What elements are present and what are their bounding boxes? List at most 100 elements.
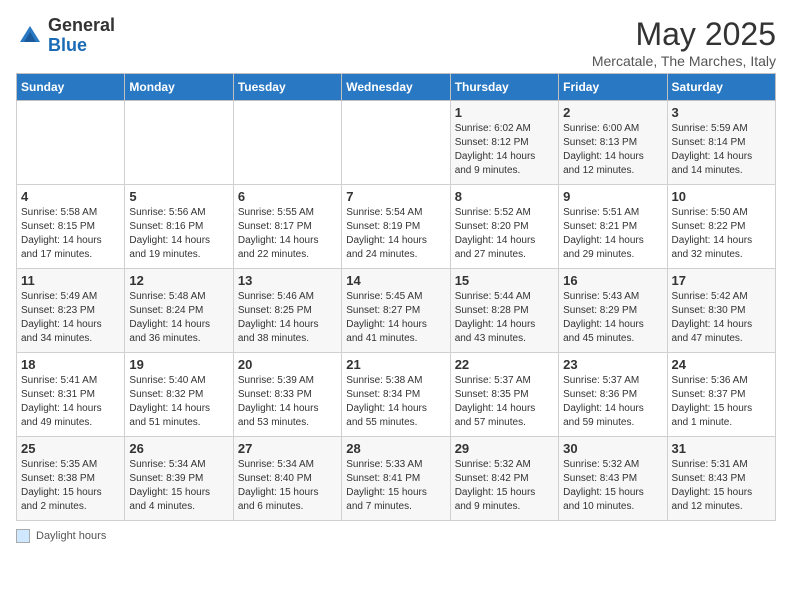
day-info: Sunrise: 5:38 AM Sunset: 8:34 PM Dayligh… xyxy=(346,374,445,430)
calendar-cell: 2 Sunrise: 6:00 AM Sunset: 8:13 PM Daylig… xyxy=(559,101,667,185)
subtitle: Mercatale, The Marches, Italy xyxy=(592,53,776,69)
day-info: Sunrise: 5:32 AM Sunset: 8:42 PM Dayligh… xyxy=(455,458,554,514)
calendar-day-header: Wednesday xyxy=(342,74,450,101)
calendar-cell: 13 Sunrise: 5:46 AM Sunset: 8:25 PM Dayli… xyxy=(233,269,341,353)
day-number: 5 xyxy=(129,189,228,204)
day-info: Sunrise: 5:59 AM Sunset: 8:14 PM Dayligh… xyxy=(672,122,771,178)
calendar-day-header: Tuesday xyxy=(233,74,341,101)
day-info: Sunrise: 5:56 AM Sunset: 8:16 PM Dayligh… xyxy=(129,206,228,262)
calendar-day-header: Thursday xyxy=(450,74,558,101)
day-number: 9 xyxy=(563,189,662,204)
calendar-week-row: 18 Sunrise: 5:41 AM Sunset: 8:31 PM Dayli… xyxy=(17,353,776,437)
day-info: Sunrise: 5:34 AM Sunset: 8:40 PM Dayligh… xyxy=(238,458,337,514)
footer-label: Daylight hours xyxy=(36,530,106,542)
day-info: Sunrise: 5:48 AM Sunset: 8:24 PM Dayligh… xyxy=(129,290,228,346)
calendar-cell: 21Sunrise: 5:38 AM Sunset: 8:34 PM Dayli… xyxy=(342,353,450,437)
day-info: Sunrise: 5:37 AM Sunset: 8:36 PM Dayligh… xyxy=(563,374,662,430)
day-info: Sunrise: 5:49 AM Sunset: 8:23 PM Dayligh… xyxy=(21,290,120,346)
calendar-cell: 3 Sunrise: 5:59 AM Sunset: 8:14 PM Daylig… xyxy=(667,101,775,185)
calendar-day-header: Sunday xyxy=(17,74,125,101)
day-info: Sunrise: 5:32 AM Sunset: 8:43 PM Dayligh… xyxy=(563,458,662,514)
calendar-cell: 22Sunrise: 5:37 AM Sunset: 8:35 PM Dayli… xyxy=(450,353,558,437)
calendar-cell: 4 Sunrise: 5:58 AM Sunset: 8:15 PM Daylig… xyxy=(17,185,125,269)
day-info: Sunrise: 5:52 AM Sunset: 8:20 PM Dayligh… xyxy=(455,206,554,262)
day-info: Sunrise: 5:44 AM Sunset: 8:28 PM Dayligh… xyxy=(455,290,554,346)
day-info: Sunrise: 5:45 AM Sunset: 8:27 PM Dayligh… xyxy=(346,290,445,346)
day-info: Sunrise: 6:00 AM Sunset: 8:13 PM Dayligh… xyxy=(563,122,662,178)
calendar-week-row: 4 Sunrise: 5:58 AM Sunset: 8:15 PM Daylig… xyxy=(17,185,776,269)
calendar-cell: 23 Sunrise: 5:37 AM Sunset: 8:36 PM Dayli… xyxy=(559,353,667,437)
calendar-cell: 18 Sunrise: 5:41 AM Sunset: 8:31 PM Dayli… xyxy=(17,353,125,437)
calendar-week-row: 11 Sunrise: 5:49 AM Sunset: 8:23 PM Dayli… xyxy=(17,269,776,353)
day-number: 2 xyxy=(563,105,662,120)
calendar-table: SundayMondayTuesdayWednesdayThursdayFrid… xyxy=(16,73,776,521)
day-info: Sunrise: 5:33 AM Sunset: 8:41 PM Dayligh… xyxy=(346,458,445,514)
day-info: Sunrise: 5:42 AM Sunset: 8:30 PM Dayligh… xyxy=(672,290,771,346)
calendar-cell: 5 Sunrise: 5:56 AM Sunset: 8:16 PM Daylig… xyxy=(125,185,233,269)
logo-icon xyxy=(16,22,44,50)
day-info: Sunrise: 5:40 AM Sunset: 8:32 PM Dayligh… xyxy=(129,374,228,430)
day-number: 27 xyxy=(238,441,337,456)
header: General Blue May 2025 Mercatale, The Mar… xyxy=(16,16,776,69)
day-info: Sunrise: 5:43 AM Sunset: 8:29 PM Dayligh… xyxy=(563,290,662,346)
calendar-day-header: Monday xyxy=(125,74,233,101)
day-info: Sunrise: 5:41 AM Sunset: 8:31 PM Dayligh… xyxy=(21,374,120,430)
day-info: Sunrise: 5:36 AM Sunset: 8:37 PM Dayligh… xyxy=(672,374,771,430)
calendar-week-row: 25 Sunrise: 5:35 AM Sunset: 8:38 PM Dayli… xyxy=(17,437,776,521)
day-info: Sunrise: 5:46 AM Sunset: 8:25 PM Dayligh… xyxy=(238,290,337,346)
day-number: 23 xyxy=(563,357,662,372)
calendar-day-header: Friday xyxy=(559,74,667,101)
day-info: Sunrise: 5:31 AM Sunset: 8:43 PM Dayligh… xyxy=(672,458,771,514)
logo-blue-text: Blue xyxy=(48,35,87,55)
calendar-cell: 27 Sunrise: 5:34 AM Sunset: 8:40 PM Dayli… xyxy=(233,437,341,521)
day-number: 11 xyxy=(21,273,120,288)
day-number: 14 xyxy=(346,273,445,288)
calendar-cell: 8 Sunrise: 5:52 AM Sunset: 8:20 PM Daylig… xyxy=(450,185,558,269)
day-info: Sunrise: 5:55 AM Sunset: 8:17 PM Dayligh… xyxy=(238,206,337,262)
calendar-cell: 14 Sunrise: 5:45 AM Sunset: 8:27 PM Dayli… xyxy=(342,269,450,353)
day-number: 18 xyxy=(21,357,120,372)
calendar-cell: 30Sunrise: 5:32 AM Sunset: 8:43 PM Dayli… xyxy=(559,437,667,521)
day-number: 16 xyxy=(563,273,662,288)
calendar-cell: 29 Sunrise: 5:32 AM Sunset: 8:42 PM Dayli… xyxy=(450,437,558,521)
day-number: 13 xyxy=(238,273,337,288)
calendar-cell: 17Sunrise: 5:42 AM Sunset: 8:30 PM Dayli… xyxy=(667,269,775,353)
calendar-cell: 19 Sunrise: 5:40 AM Sunset: 8:32 PM Dayli… xyxy=(125,353,233,437)
day-number: 12 xyxy=(129,273,228,288)
calendar-cell: 1Sunrise: 6:02 AM Sunset: 8:12 PM Daylig… xyxy=(450,101,558,185)
calendar-cell: 31Sunrise: 5:31 AM Sunset: 8:43 PM Dayli… xyxy=(667,437,775,521)
day-number: 19 xyxy=(129,357,228,372)
day-info: Sunrise: 5:58 AM Sunset: 8:15 PM Dayligh… xyxy=(21,206,120,262)
calendar-cell: 9Sunrise: 5:51 AM Sunset: 8:21 PM Daylig… xyxy=(559,185,667,269)
day-number: 24 xyxy=(672,357,771,372)
title-block: May 2025 Mercatale, The Marches, Italy xyxy=(592,16,776,69)
logo-general-text: General xyxy=(48,15,115,35)
page-container: General Blue May 2025 Mercatale, The Mar… xyxy=(16,16,776,543)
calendar-cell xyxy=(342,101,450,185)
footer-legend-box xyxy=(16,529,30,543)
calendar-cell xyxy=(125,101,233,185)
calendar-cell: 20 Sunrise: 5:39 AM Sunset: 8:33 PM Dayli… xyxy=(233,353,341,437)
day-number: 22 xyxy=(455,357,554,372)
calendar-cell: 7Sunrise: 5:54 AM Sunset: 8:19 PM Daylig… xyxy=(342,185,450,269)
calendar-cell: 6Sunrise: 5:55 AM Sunset: 8:17 PM Daylig… xyxy=(233,185,341,269)
calendar-cell xyxy=(233,101,341,185)
day-number: 20 xyxy=(238,357,337,372)
day-info: Sunrise: 5:35 AM Sunset: 8:38 PM Dayligh… xyxy=(21,458,120,514)
day-number: 4 xyxy=(21,189,120,204)
main-title: May 2025 xyxy=(592,16,776,53)
day-number: 7 xyxy=(346,189,445,204)
day-number: 10 xyxy=(672,189,771,204)
calendar-week-row: 1Sunrise: 6:02 AM Sunset: 8:12 PM Daylig… xyxy=(17,101,776,185)
day-number: 15 xyxy=(455,273,554,288)
day-number: 8 xyxy=(455,189,554,204)
calendar-cell: 15 Sunrise: 5:44 AM Sunset: 8:28 PM Dayli… xyxy=(450,269,558,353)
day-info: Sunrise: 5:39 AM Sunset: 8:33 PM Dayligh… xyxy=(238,374,337,430)
day-number: 25 xyxy=(21,441,120,456)
calendar-cell: 25 Sunrise: 5:35 AM Sunset: 8:38 PM Dayli… xyxy=(17,437,125,521)
footer: Daylight hours xyxy=(16,529,776,543)
day-number: 29 xyxy=(455,441,554,456)
day-number: 3 xyxy=(672,105,771,120)
calendar-cell: 24 Sunrise: 5:36 AM Sunset: 8:37 PM Dayli… xyxy=(667,353,775,437)
logo: General Blue xyxy=(16,16,115,56)
